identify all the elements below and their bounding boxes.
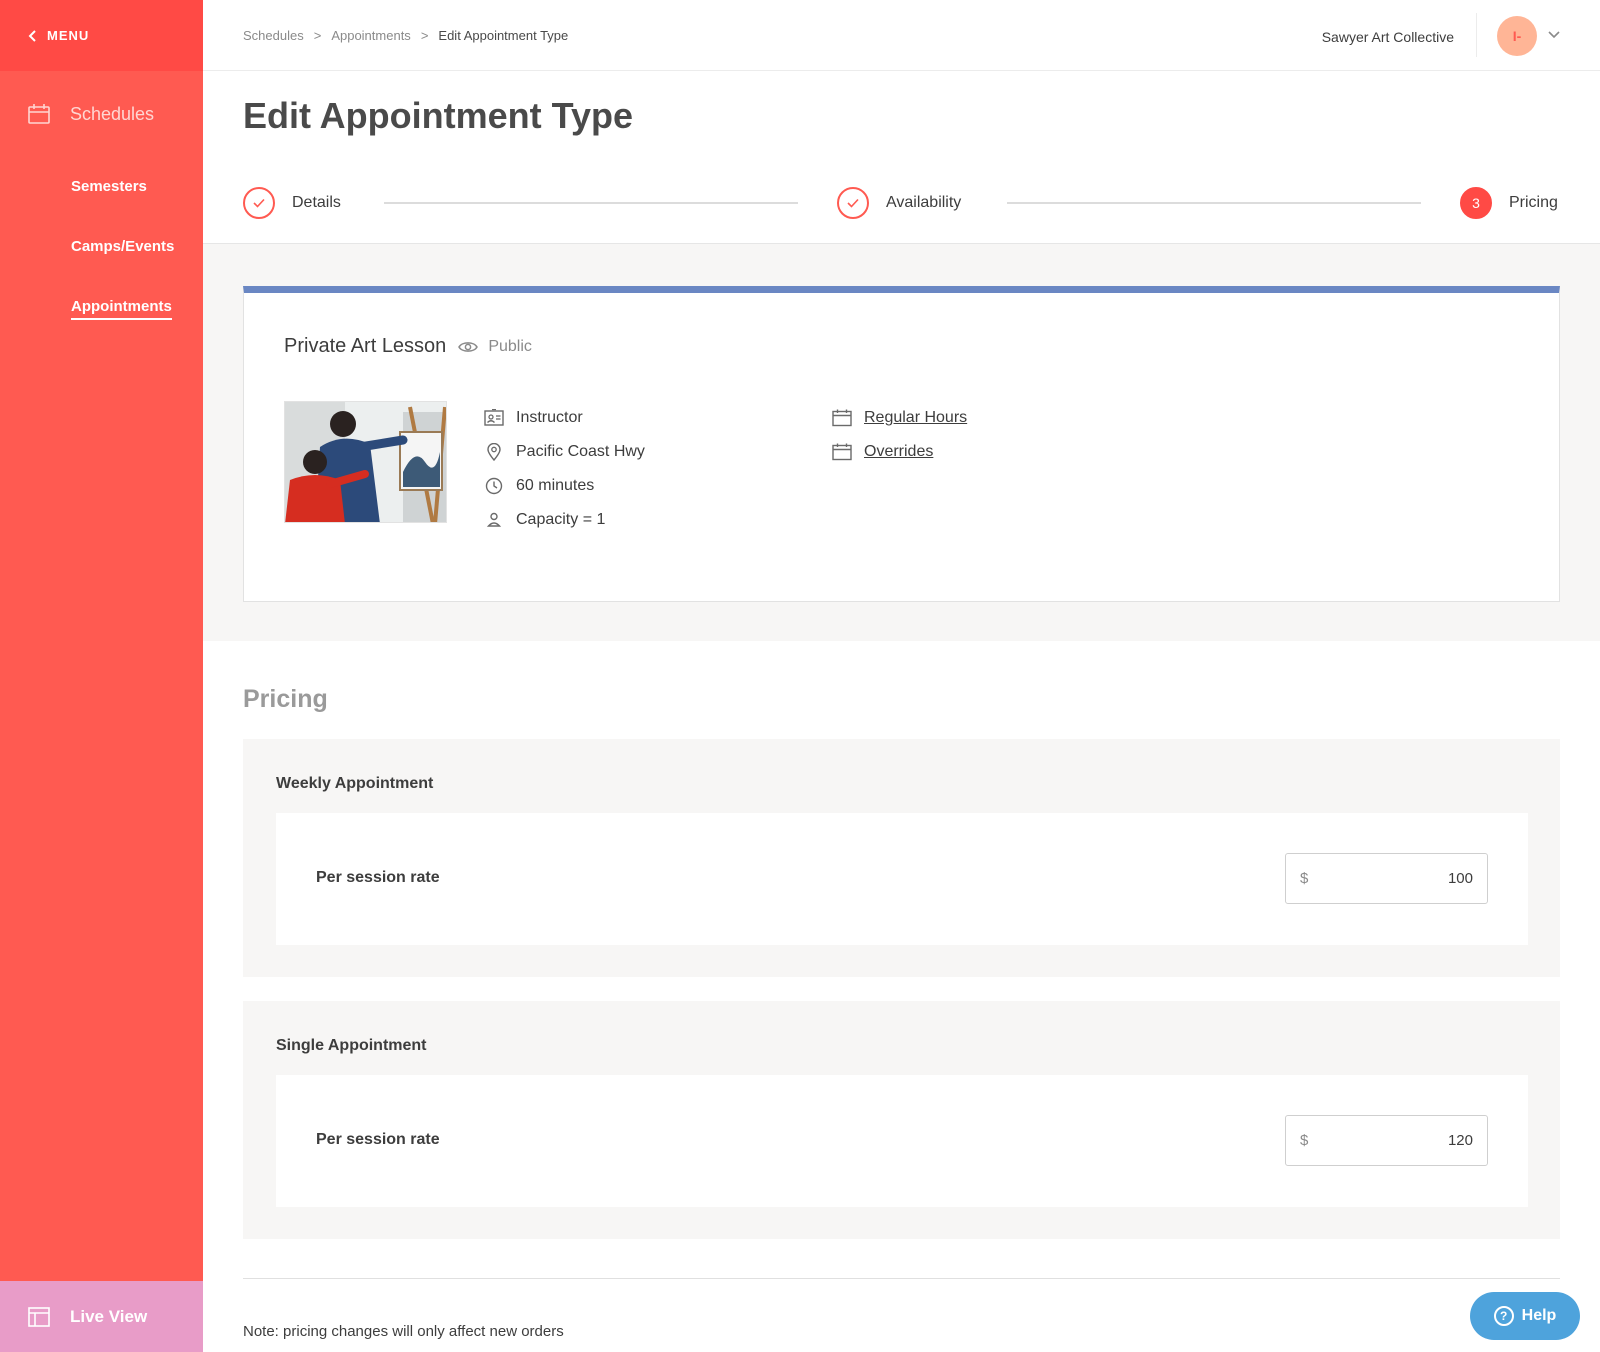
price-block-body: Per session rate $ xyxy=(276,813,1528,945)
detail-text: Pacific Coast Hwy xyxy=(516,443,645,460)
step-details[interactable]: Details xyxy=(243,186,341,220)
organization-name: Sawyer Art Collective xyxy=(1321,29,1454,45)
checkmark-icon xyxy=(253,198,265,208)
regular-hours-link[interactable]: Regular Hours xyxy=(864,409,967,427)
appointment-image xyxy=(284,401,447,523)
price-block-weekly: Weekly Appointment Per session rate $ xyxy=(243,739,1560,977)
schedule-links-list: Regular Hours Overrides xyxy=(832,401,967,469)
step-label: Details xyxy=(292,194,341,211)
live-view-button[interactable]: Live View xyxy=(0,1281,203,1352)
step-connector xyxy=(1007,202,1421,204)
calendar-icon xyxy=(832,409,852,427)
visibility-status: Public xyxy=(458,338,532,356)
rate-label: Per session rate xyxy=(316,1131,440,1148)
sidebar-item-label: Camps/Events xyxy=(71,238,175,255)
summary-area: Private Art Lesson Public Instructor Pac… xyxy=(203,243,1600,641)
price-block-label: Single Appointment xyxy=(276,1037,427,1054)
rate-label: Per session rate xyxy=(316,869,440,886)
appointment-title: Private Art Lesson Public xyxy=(284,335,532,358)
price-block-body: Per session rate $ xyxy=(276,1075,1528,1207)
header-divider xyxy=(1476,13,1477,57)
detail-instructor: Instructor xyxy=(484,401,645,435)
pricing-note: Note: pricing changes will only affect n… xyxy=(243,1323,564,1340)
calendar-icon xyxy=(28,104,50,124)
breadcrumb-current: Edit Appointment Type xyxy=(438,27,569,43)
price-block-single: Single Appointment Per session rate $ xyxy=(243,1001,1560,1239)
menu-toggle-button[interactable]: MENU xyxy=(0,0,203,71)
overrides-link[interactable]: Overrides xyxy=(864,443,933,461)
help-button[interactable]: ? Help xyxy=(1470,1292,1580,1340)
link-regular-hours-row: Regular Hours xyxy=(832,401,967,435)
help-label: Help xyxy=(1521,1307,1557,1324)
menu-label: MENU xyxy=(47,28,90,43)
visibility-label: Public xyxy=(488,337,532,355)
id-card-icon xyxy=(484,409,504,426)
price-block-label: Weekly Appointment xyxy=(276,775,434,792)
clock-icon xyxy=(485,477,503,495)
single-rate-input[interactable] xyxy=(1308,1132,1473,1149)
step-label: Pricing xyxy=(1509,194,1558,211)
sidebar-item-label: Semesters xyxy=(71,178,147,195)
calendar-icon xyxy=(832,443,852,461)
link-overrides-row: Overrides xyxy=(832,435,967,469)
appointment-summary-card: Private Art Lesson Public Instructor Pac… xyxy=(243,286,1560,602)
breadcrumb-separator: > xyxy=(313,27,322,43)
detail-text: 60 minutes xyxy=(516,477,595,494)
detail-text: Instructor xyxy=(516,409,583,426)
breadcrumb: Schedules > Appointments > Edit Appointm… xyxy=(243,28,568,43)
appointment-details-list: Instructor Pacific Coast Hwy 60 minutes … xyxy=(484,401,645,537)
breadcrumb-appointments[interactable]: Appointments xyxy=(331,28,411,43)
sidebar: MENU Schedules Semesters Camps/Events Ap… xyxy=(0,0,203,1352)
pricing-section-title: Pricing xyxy=(243,685,328,713)
chevron-down-icon[interactable] xyxy=(1548,31,1560,39)
currency-symbol: $ xyxy=(1300,870,1309,887)
chevron-left-icon xyxy=(28,29,36,42)
currency-symbol: $ xyxy=(1300,1132,1309,1149)
stepper: Details Availability 3 Pricing xyxy=(243,186,1560,220)
top-bar: Schedules > Appointments > Edit Appointm… xyxy=(203,0,1600,71)
sidebar-item-label: Appointments xyxy=(71,298,172,320)
weekly-rate-input-wrapper[interactable]: $ xyxy=(1285,853,1488,904)
sidebar-item-camps-events[interactable]: Camps/Events xyxy=(0,217,203,277)
sidebar-section-label: Schedules xyxy=(70,103,155,124)
checkmark-icon xyxy=(847,198,859,208)
detail-text: Capacity = 1 xyxy=(516,511,606,528)
single-rate-input-wrapper[interactable]: $ xyxy=(1285,1115,1488,1166)
step-pricing[interactable]: 3 Pricing xyxy=(1460,186,1558,220)
sidebar-item-appointments[interactable]: Appointments xyxy=(0,277,203,337)
layout-icon xyxy=(28,1306,50,1327)
person-icon xyxy=(486,512,502,527)
eye-icon xyxy=(458,341,479,352)
sidebar-item-semesters[interactable]: Semesters xyxy=(0,157,203,217)
step-complete-indicator xyxy=(837,187,869,219)
detail-capacity: Capacity = 1 xyxy=(484,503,645,537)
step-complete-indicator xyxy=(243,187,275,219)
appointment-name: Private Art Lesson xyxy=(284,335,447,357)
detail-location: Pacific Coast Hwy xyxy=(484,435,645,469)
live-view-label: Live View xyxy=(70,1306,148,1326)
step-connector xyxy=(384,202,798,204)
breadcrumb-schedules[interactable]: Schedules xyxy=(243,28,304,43)
question-icon: ? xyxy=(1493,1306,1514,1326)
step-number-badge: 3 xyxy=(1460,187,1492,219)
breadcrumb-separator: > xyxy=(420,27,429,43)
avatar[interactable]: I- xyxy=(1497,16,1537,56)
step-availability[interactable]: Availability xyxy=(837,186,961,220)
page-title: Edit Appointment Type xyxy=(243,95,633,136)
location-pin-icon xyxy=(487,443,501,461)
detail-duration: 60 minutes xyxy=(484,469,645,503)
step-label: Availability xyxy=(886,194,962,211)
sidebar-section-schedules[interactable]: Schedules xyxy=(0,71,203,157)
divider xyxy=(243,1278,1560,1279)
weekly-rate-input[interactable] xyxy=(1308,870,1473,887)
